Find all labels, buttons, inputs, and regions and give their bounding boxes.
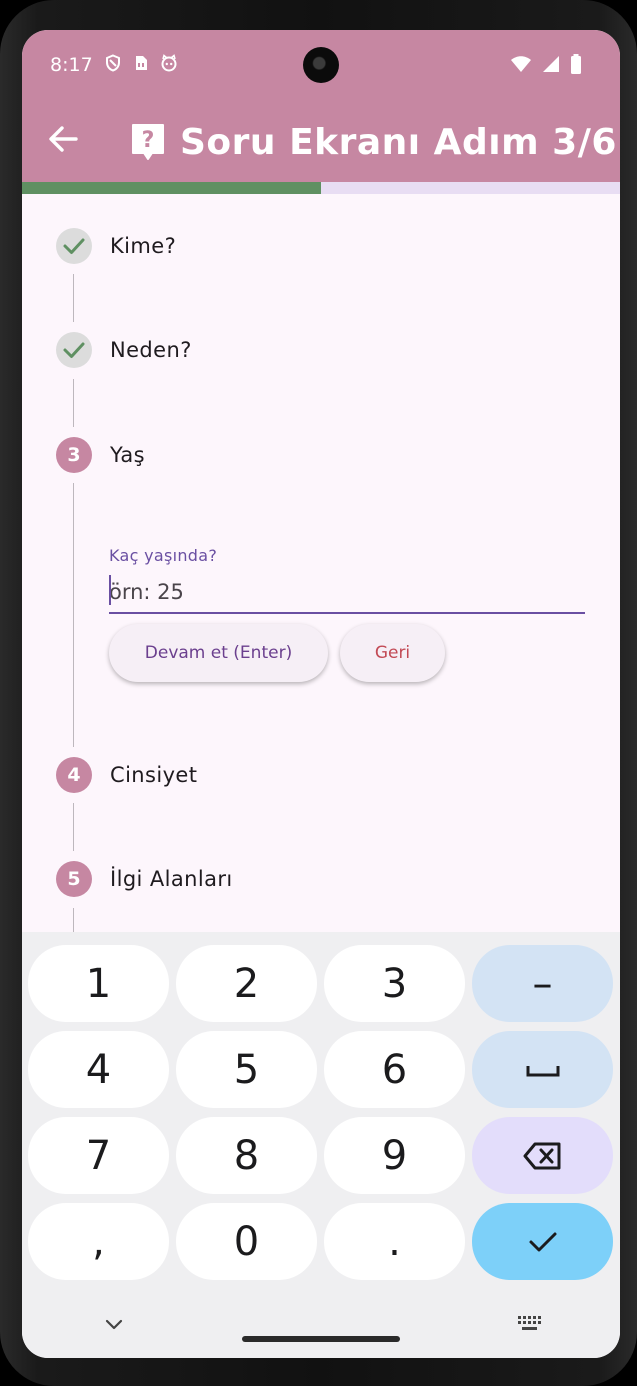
title-group: ? Soru Ekranı Adım 3/6 xyxy=(130,116,617,168)
step-label: Yaş xyxy=(110,443,145,467)
step-label: Kime? xyxy=(110,234,177,258)
key-dash[interactable]: – xyxy=(472,945,613,1022)
step-number-circle: 3 xyxy=(56,437,92,473)
key-7[interactable]: 7 xyxy=(28,1117,169,1194)
key-1[interactable]: 1 xyxy=(28,945,169,1022)
key-8[interactable]: 8 xyxy=(176,1117,317,1194)
cat-face-icon xyxy=(160,54,178,72)
progress-fill xyxy=(22,182,321,194)
key-6[interactable]: 6 xyxy=(324,1031,465,1108)
shield-icon xyxy=(104,54,122,72)
status-icons-left xyxy=(104,54,178,72)
step-connector xyxy=(73,483,74,747)
check-icon xyxy=(63,238,85,254)
step-number-circle: 5 xyxy=(56,861,92,897)
status-bar: 8:17 xyxy=(22,30,620,102)
question-badge-icon: ? xyxy=(130,122,166,162)
sim-card-icon xyxy=(132,54,150,72)
page-title: Soru Ekranı Adım 3/6 xyxy=(180,121,617,163)
arrow-left-icon xyxy=(47,123,79,159)
key-2[interactable]: 2 xyxy=(176,945,317,1022)
step-done-circle xyxy=(56,332,92,368)
chevron-down-icon[interactable] xyxy=(102,1312,126,1336)
key-backspace[interactable] xyxy=(472,1117,613,1194)
key-enter[interactable] xyxy=(472,1203,613,1280)
step-yas[interactable]: 3 Yaş xyxy=(56,437,145,473)
key-5[interactable]: 5 xyxy=(176,1031,317,1108)
backspace-icon xyxy=(523,1142,560,1169)
cell-signal-icon xyxy=(542,55,560,77)
step-connector xyxy=(73,908,74,932)
step-neden[interactable]: Neden? xyxy=(56,332,192,368)
check-icon xyxy=(63,342,85,358)
key-9[interactable]: 9 xyxy=(324,1117,465,1194)
phone-frame: 8:17 ? Soru Ekranı Adım 3/6 Kime? Neden?… xyxy=(0,0,637,1386)
stepper: Kime? Neden? 3 Yaş Kaç yaşında? Devam et… xyxy=(22,194,620,932)
status-time: 8:17 xyxy=(50,54,93,76)
continue-button[interactable]: Devam et (Enter) xyxy=(109,624,328,682)
step-label: İlgi Alanları xyxy=(110,867,233,891)
front-camera xyxy=(303,47,339,83)
app-bar: ? Soru Ekranı Adım 3/6 xyxy=(22,102,620,182)
wifi-icon xyxy=(510,55,532,77)
step-cinsiyet[interactable]: 4 Cinsiyet xyxy=(56,757,197,793)
numeric-keyboard: 1 2 3 – 4 5 6 7 8 9 , 0 . xyxy=(22,932,620,1358)
key-period[interactable]: . xyxy=(324,1203,465,1280)
age-field-label: Kaç yaşında? xyxy=(109,546,218,565)
progress-bar xyxy=(22,182,620,194)
step-kime[interactable]: Kime? xyxy=(56,228,176,264)
step-label: Cinsiyet xyxy=(110,763,198,787)
svg-text:?: ? xyxy=(142,128,155,153)
screen: 8:17 ? Soru Ekranı Adım 3/6 Kime? Neden?… xyxy=(22,30,620,1358)
keyboard-icon[interactable] xyxy=(516,1314,544,1334)
key-3[interactable]: 3 xyxy=(324,945,465,1022)
key-comma[interactable]: , xyxy=(28,1203,169,1280)
step-number-circle: 4 xyxy=(56,757,92,793)
gesture-handle[interactable] xyxy=(242,1336,400,1342)
step-done-circle xyxy=(56,228,92,264)
step-label: Neden? xyxy=(110,338,192,362)
key-4[interactable]: 4 xyxy=(28,1031,169,1108)
text-caret xyxy=(109,575,111,605)
step-connector xyxy=(73,803,74,851)
back-button[interactable] xyxy=(42,120,84,162)
check-icon xyxy=(529,1232,556,1251)
step-connector xyxy=(73,274,74,322)
space-bar-icon xyxy=(526,1065,559,1076)
battery-icon xyxy=(570,54,582,78)
step-connector xyxy=(73,379,74,427)
key-space[interactable] xyxy=(472,1031,613,1108)
key-0[interactable]: 0 xyxy=(176,1203,317,1280)
step-ilgi-alanlari[interactable]: 5 İlgi Alanları xyxy=(56,861,233,897)
status-icons-right xyxy=(510,54,582,78)
back-step-button[interactable]: Geri xyxy=(340,624,445,682)
age-input[interactable] xyxy=(109,572,585,614)
